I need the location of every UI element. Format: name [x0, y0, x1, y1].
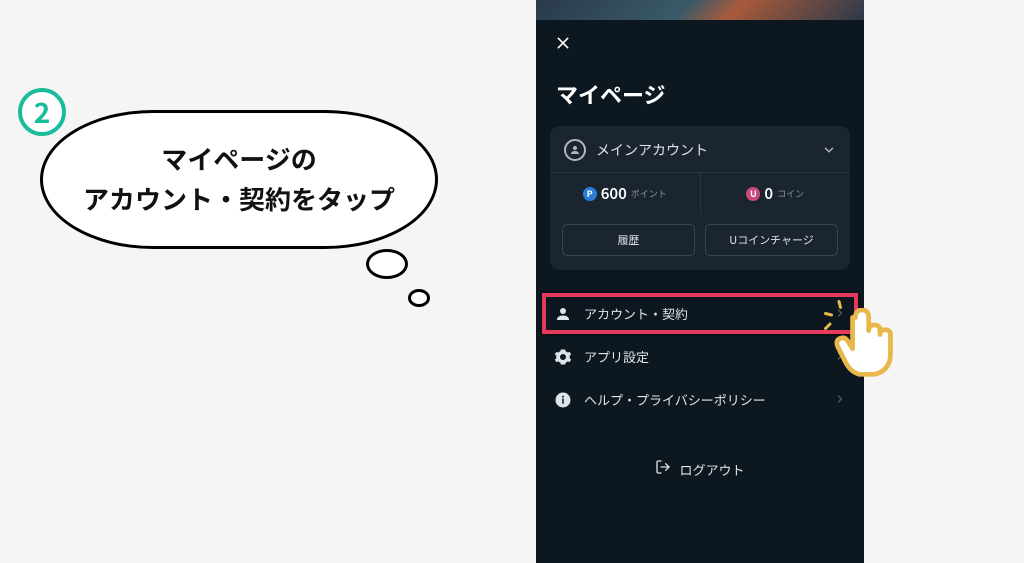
bubble-tail-1 — [366, 249, 408, 279]
hero-banner — [536, 0, 864, 20]
menu-label: ヘルプ・プライバシーポリシー — [584, 390, 766, 409]
bubble-tail-2 — [408, 289, 430, 307]
button-row: 履歴 Uコインチャージ — [550, 214, 850, 270]
chevron-down-icon — [822, 138, 836, 162]
logout-icon — [655, 459, 671, 479]
coins-balance: U 0 コイン — [700, 173, 851, 214]
menu-item-account-contract[interactable]: アカウント・契約 — [536, 292, 864, 335]
points-unit: ポイント — [631, 187, 667, 200]
coins-unit: コイン — [777, 187, 804, 200]
coins-badge-icon: U — [746, 187, 760, 201]
balance-row: P 600 ポイント U 0 コイン — [550, 172, 850, 214]
bubble-line-2: アカウント・契約をタップ — [83, 179, 395, 219]
phone-screen: マイページ メインアカウント P 600 ポイント U 0 コイン 履 — [536, 0, 864, 563]
bubble-body: マイページの アカウント・契約をタップ — [40, 110, 438, 249]
coins-amount: 0 — [764, 183, 773, 204]
points-balance: P 600 ポイント — [550, 173, 700, 214]
account-selector[interactable]: メインアカウント — [550, 126, 850, 172]
pointer-cursor — [832, 308, 894, 380]
charge-button[interactable]: Uコインチャージ — [705, 224, 838, 256]
logout-button[interactable]: ログアウト — [536, 447, 864, 491]
menu-list: アカウント・契約 アプリ設定 ヘルプ・プライバシーポリシー — [536, 292, 864, 421]
instruction-bubble: マイページの アカウント・契約をタップ — [40, 110, 438, 249]
account-card: メインアカウント P 600 ポイント U 0 コイン 履歴 Uコインチャージ — [550, 126, 850, 270]
account-name: メインアカウント — [596, 140, 822, 160]
person-icon — [554, 305, 572, 323]
avatar-icon — [564, 139, 586, 161]
logout-label: ログアウト — [679, 460, 744, 479]
info-icon — [554, 391, 572, 409]
gear-icon — [554, 348, 572, 366]
menu-label: アカウント・契約 — [584, 304, 688, 323]
step-number: 2 — [34, 92, 51, 132]
close-button[interactable] — [550, 30, 576, 56]
menu-label: アプリ設定 — [584, 347, 649, 366]
points-amount: 600 — [601, 183, 627, 204]
page-title: マイページ — [536, 56, 864, 126]
step-badge: 2 — [18, 88, 66, 136]
hand-icon — [832, 308, 894, 380]
chevron-right-icon — [834, 390, 846, 409]
bubble-line-1: マイページの — [83, 139, 395, 179]
close-icon — [555, 35, 571, 51]
menu-item-app-settings[interactable]: アプリ設定 — [536, 335, 864, 378]
menu-item-help-privacy[interactable]: ヘルプ・プライバシーポリシー — [536, 378, 864, 421]
history-button[interactable]: 履歴 — [562, 224, 695, 256]
points-badge-icon: P — [583, 187, 597, 201]
